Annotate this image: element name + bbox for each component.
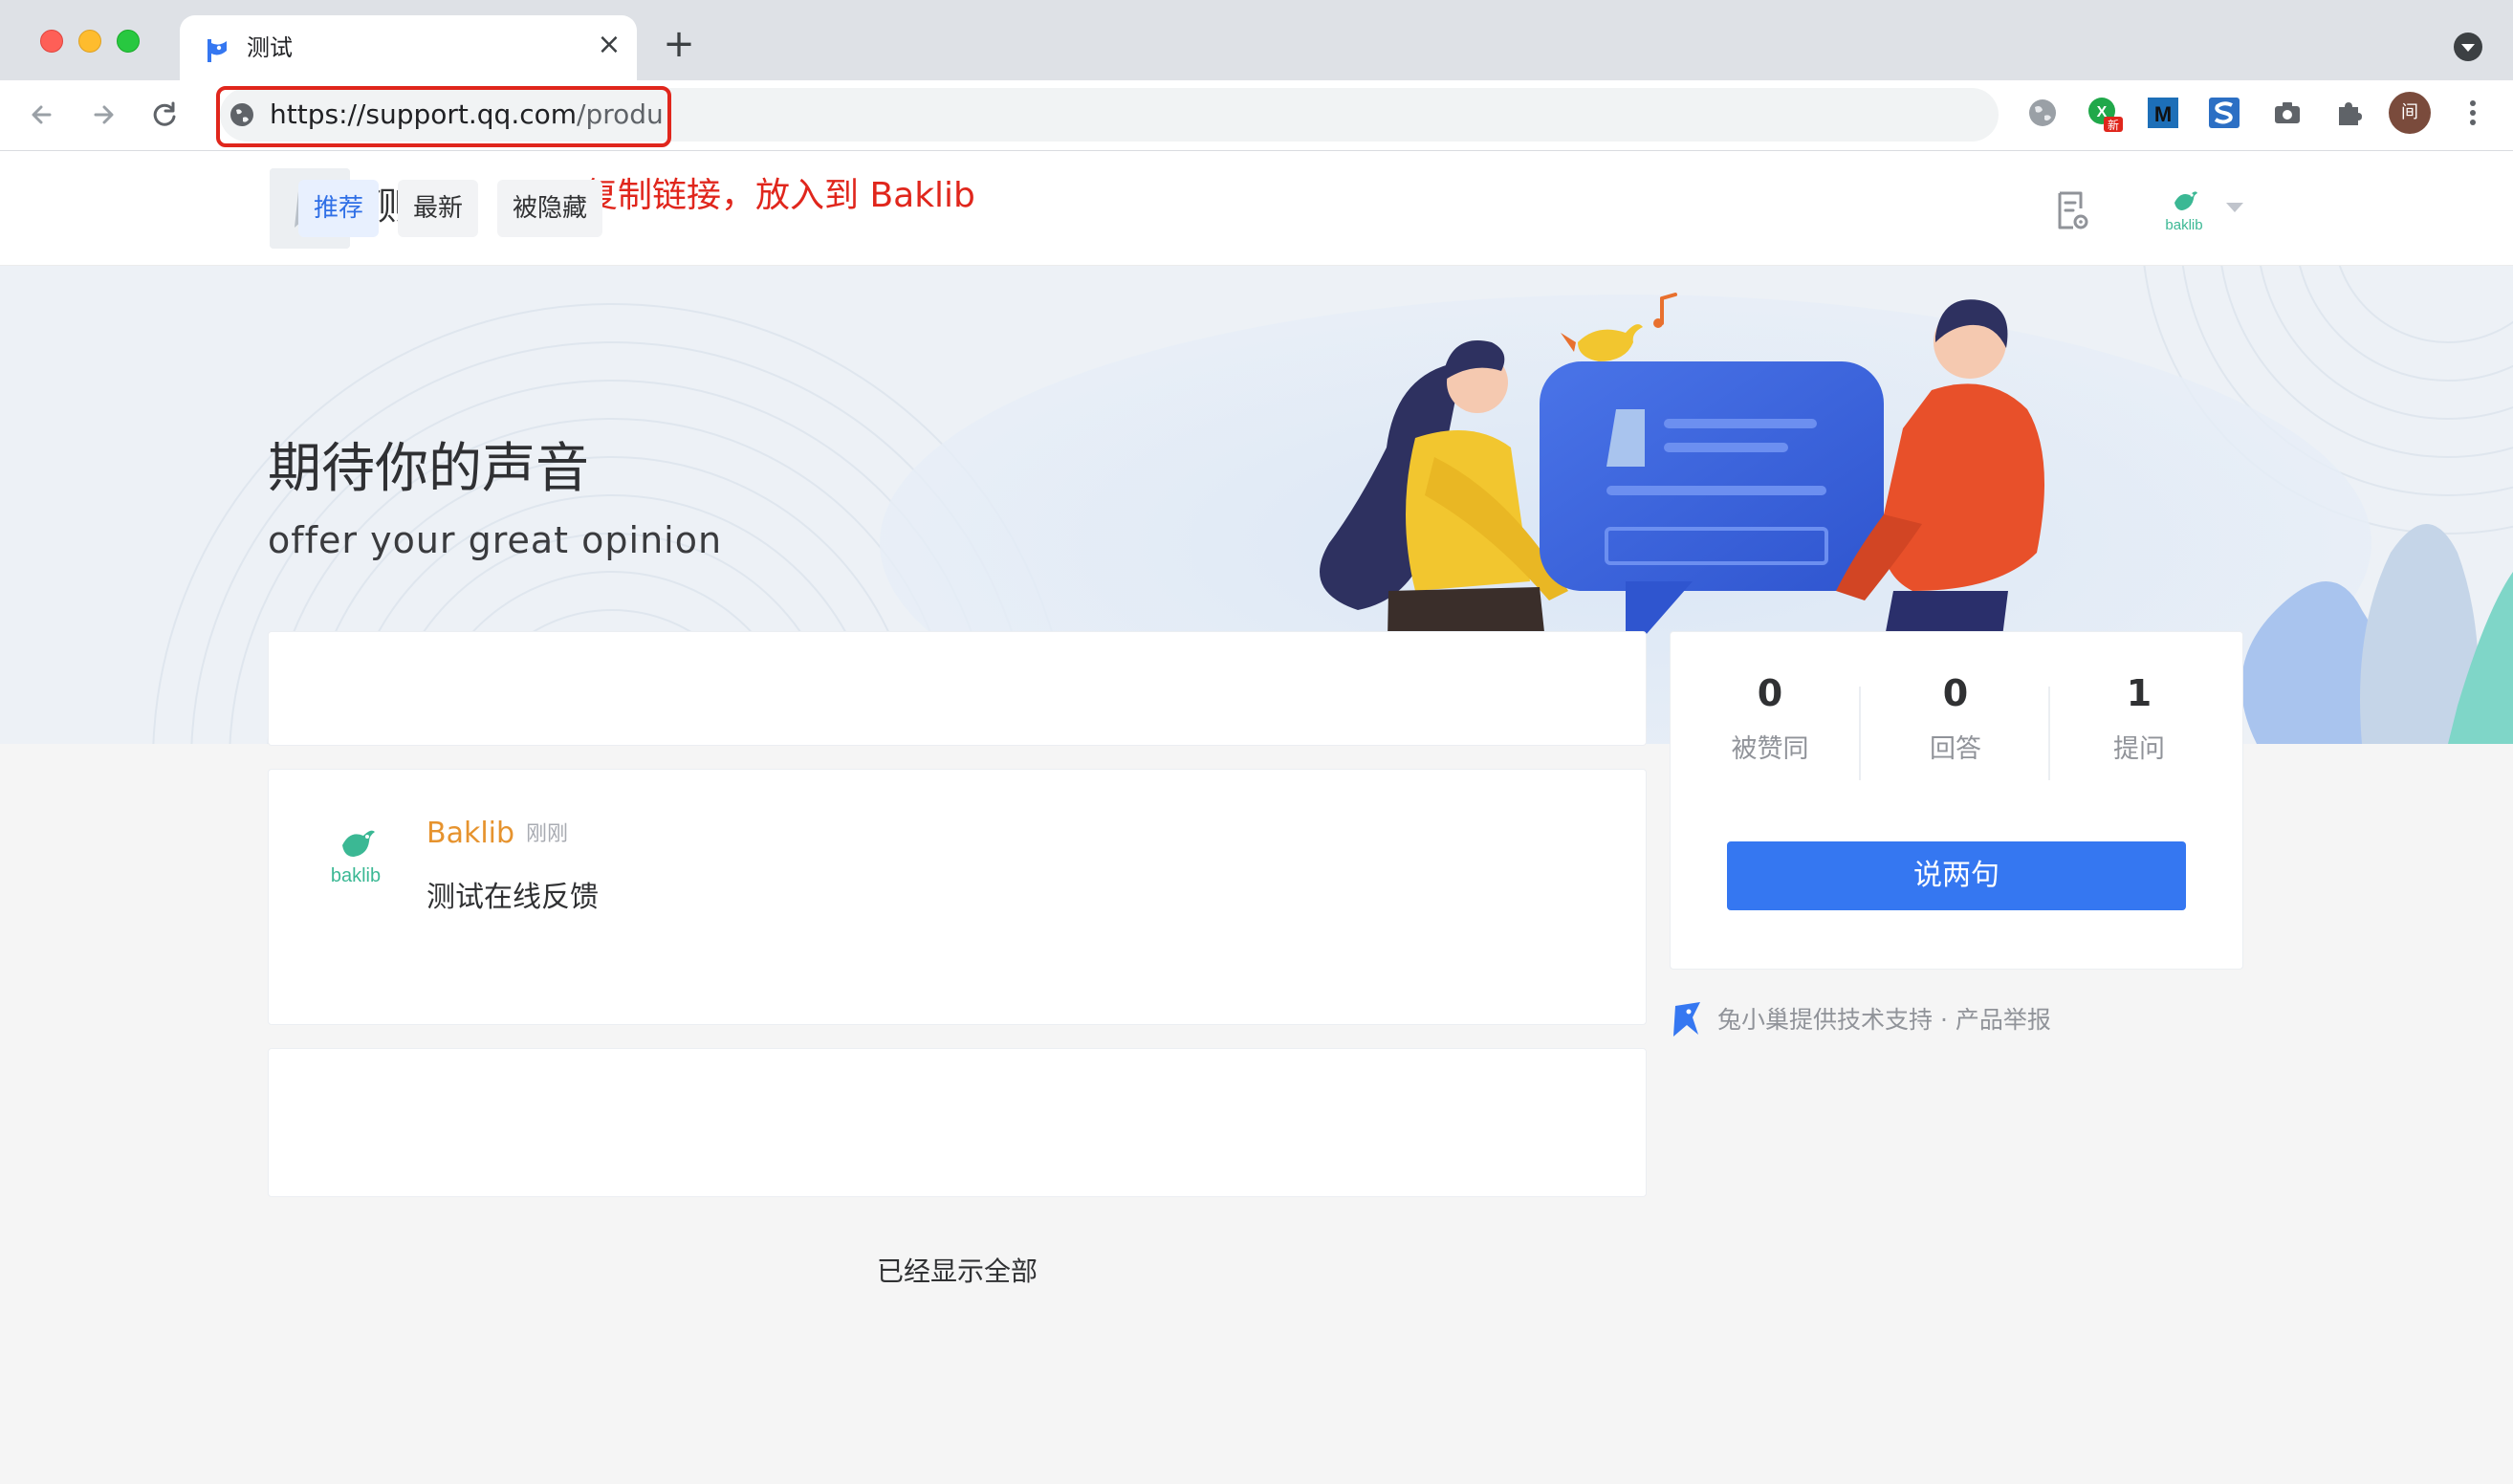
tab-strip: 测试 × + [0,0,2513,80]
footer-credit-text[interactable]: 兔小巢提供技术支持 · 产品举报 [1717,1004,2051,1037]
stat-liked[interactable]: 0 被赞同 [1679,669,1861,767]
window-maximize-button[interactable] [117,30,140,53]
tab-latest[interactable]: 最新 [398,180,478,237]
user-logo-text: baklib [2165,217,2202,233]
reload-icon[interactable] [143,94,186,136]
post-content[interactable]: 测试在线反馈 [426,878,599,918]
tab-hidden[interactable]: 被隐藏 [497,180,602,237]
svg-text:新: 新 [2108,118,2119,132]
tab-search-chevron-icon[interactable] [2454,33,2482,61]
stat-questions[interactable]: 1 提问 [2048,669,2230,767]
new-tab-plus-icon[interactable]: + [660,25,698,63]
tuxiaochao-logo-icon [1673,1002,1700,1037]
url-highlight-box [216,86,671,147]
tab-close-icon[interactable]: × [593,29,625,61]
user-menu-caret-icon[interactable] [2226,203,2243,212]
stat-answers-value: 0 [1942,672,1969,714]
stat-liked-value: 0 [1757,672,1783,714]
post-author-name[interactable]: Baklib [426,815,514,853]
document-settings-icon[interactable] [2052,189,2092,233]
post-avatar-text: baklib [331,865,381,886]
back-arrow-icon[interactable] [21,94,63,136]
forward-arrow-icon[interactable] [82,94,124,136]
tab-title: 测试 [247,34,293,61]
post-timestamp: 刚刚 [526,822,569,846]
stat-liked-label: 被赞同 [1731,734,1809,764]
stat-questions-value: 1 [2126,672,2152,714]
puzzle-extensions-icon[interactable] [2329,94,2368,132]
browser-window: 测试 × + https://support.qq.com/produ X 新 … [0,0,2513,1484]
end-of-list-card [268,1048,1647,1197]
x-badge-extension-icon[interactable]: X 新 [2085,94,2123,132]
browser-tab[interactable]: 测试 × [180,15,637,80]
banner-subtitle: offer your great opinion [268,519,723,561]
stat-answers[interactable]: 0 回答 [1865,669,2046,767]
tab-recommend[interactable]: 推荐 [298,180,379,237]
profile-avatar[interactable]: 间 [2389,92,2431,134]
instruction-annotation: 复制链接，放入到 Baklib [583,176,975,215]
stat-questions-label: 提问 [2113,734,2165,764]
window-minimize-button[interactable] [78,30,101,53]
s-extension-icon[interactable] [2205,94,2243,132]
stat-answers-label: 回答 [1930,734,1981,764]
post-feedback-button[interactable]: 说两句 [1727,841,2186,910]
post-author-avatar[interactable]: baklib [321,820,390,889]
banner-title: 期待你的声音 [268,438,589,500]
globe-extension-icon[interactable] [2023,94,2062,132]
stat-divider [1859,687,1861,780]
baklib-user-logo-icon[interactable]: baklib [2152,182,2217,235]
filter-bar [268,631,1647,746]
flag-favicon-icon [208,39,227,62]
end-of-list-text: 已经显示全部 [876,1255,1038,1287]
svg-text:M: M [2154,102,2172,126]
m-extension-icon[interactable]: M [2144,94,2182,132]
camera-extension-icon[interactable] [2268,94,2306,132]
more-menu-icon[interactable] [2458,94,2488,132]
window-close-button[interactable] [40,30,63,53]
